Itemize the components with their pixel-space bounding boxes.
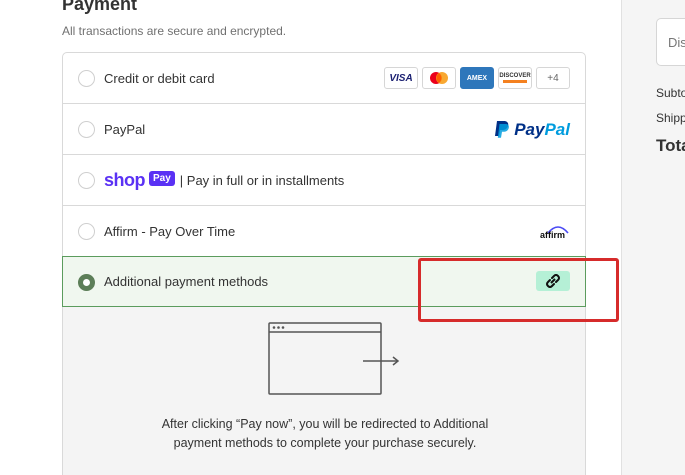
paypal-text-pay: Pay xyxy=(514,120,545,139)
visa-icon: VISA xyxy=(384,67,418,89)
redirect-message: After clicking “Pay now”, you will be re… xyxy=(161,417,489,450)
radio-paypal[interactable] xyxy=(78,121,95,138)
paypal-text-pal: Pal xyxy=(544,120,570,139)
credit-card-label: Credit or debit card xyxy=(104,70,215,86)
discover-label: DISCOVER xyxy=(499,73,531,79)
checkout-main: Payment All transactions are secure and … xyxy=(0,0,621,475)
payment-option-affirm[interactable]: Affirm - Pay Over Time affirm xyxy=(63,206,585,257)
discover-icon: DISCOVER xyxy=(498,67,532,89)
shop-pay-badge: Pay xyxy=(149,170,175,186)
subtotal-label: Subto xyxy=(656,86,685,100)
affirm-label: Affirm - Pay Over Time xyxy=(104,223,236,239)
radio-credit-card[interactable] xyxy=(78,70,95,87)
paypal-logo: PayPal xyxy=(494,120,570,140)
card-brand-icons: VISA AMEX DISCOVER +4 xyxy=(384,67,570,89)
discover-bar xyxy=(503,80,527,83)
amex-icon: AMEX xyxy=(460,67,494,89)
additional-label: Additional payment methods xyxy=(104,274,269,289)
shipping-label: Shipp xyxy=(656,111,685,125)
radio-shop-pay[interactable] xyxy=(78,172,95,189)
payment-option-credit-card[interactable]: Credit or debit card VISA AMEX DISCOVER … xyxy=(63,53,585,104)
payment-methods-list: Credit or debit card VISA AMEX DISCOVER … xyxy=(62,52,586,307)
payment-subtitle: All transactions are secure and encrypte… xyxy=(62,24,287,38)
redirect-panel: After clicking “Pay now”, you will be re… xyxy=(62,307,586,475)
order-summary-panel: Disc Subto Shipp Tota xyxy=(621,0,685,475)
shop-logo: shop xyxy=(104,169,146,190)
affirm-logo-text: affirm xyxy=(540,230,566,240)
paypal-label: PayPal xyxy=(104,121,146,137)
radio-additional[interactable] xyxy=(78,274,95,291)
radio-affirm[interactable] xyxy=(78,223,95,240)
paypal-mark-icon xyxy=(495,121,510,138)
payment-option-paypal[interactable]: PayPal PayPal xyxy=(63,104,585,155)
affirm-logo: affirm xyxy=(538,221,570,241)
total-label: Tota xyxy=(656,136,685,155)
shop-pay-label: | Pay in full or in installments xyxy=(179,172,345,188)
browser-redirect-icon xyxy=(268,322,400,395)
payment-option-shop-pay[interactable]: shop Pay | Pay in full or in installment… xyxy=(63,155,585,206)
payment-title: Payment xyxy=(62,0,138,14)
more-cards-badge: +4 xyxy=(536,67,570,89)
mastercard-icon xyxy=(422,67,456,89)
link-icon xyxy=(536,271,570,291)
payment-option-additional[interactable]: Additional payment methods xyxy=(62,256,586,307)
discount-code-input[interactable]: Disc xyxy=(656,18,685,66)
